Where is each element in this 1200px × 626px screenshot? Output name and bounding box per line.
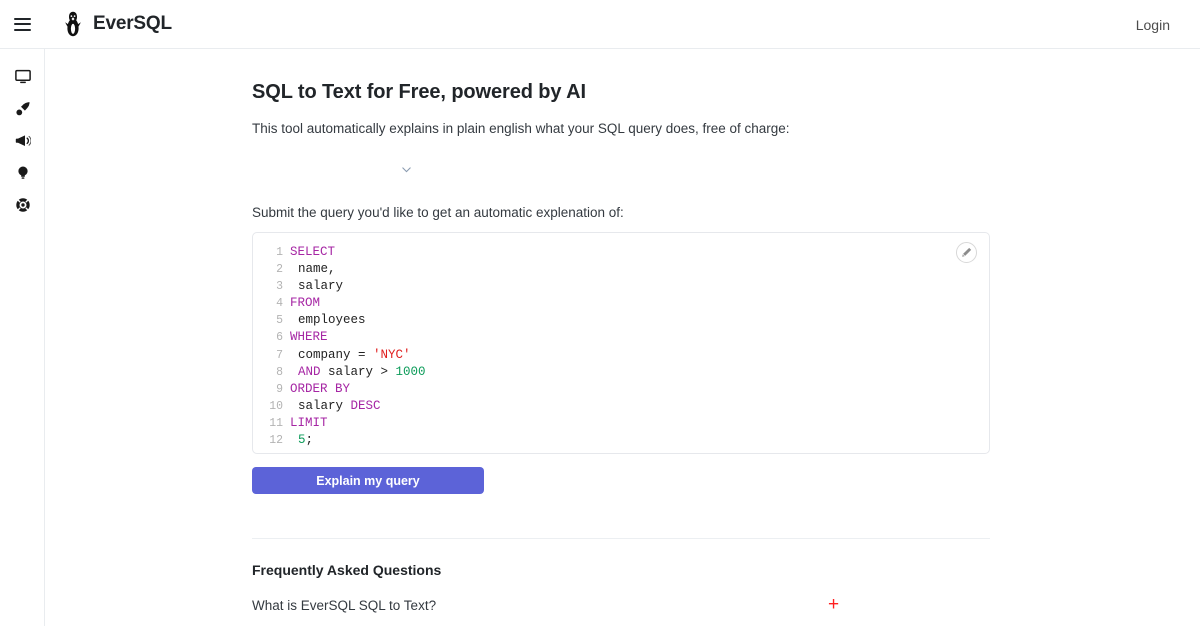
- submit-query-label: Submit the query you'd like to get an au…: [252, 205, 624, 220]
- sql-token-pln: company =: [298, 348, 373, 362]
- sql-token-kw: WHERE: [290, 330, 328, 344]
- sql-code-line: 12 5;: [253, 432, 989, 449]
- sql-code-line: 9 ORDER BY: [253, 381, 989, 398]
- page-title: SQL to Text for Free, powered by AI: [252, 81, 586, 104]
- menu-toggle-button[interactable]: [0, 0, 45, 49]
- edit-query-button[interactable]: [956, 242, 977, 263]
- sql-code-line: 11 LIMIT: [253, 415, 989, 432]
- sql-line-number: 6: [253, 329, 283, 346]
- sql-line-number: 1: [253, 244, 283, 261]
- sql-code-line: 8 AND salary > 1000: [253, 364, 989, 381]
- sql-token-kw: DESC: [351, 399, 381, 413]
- faq-expand-plus-icon[interactable]: +: [828, 595, 839, 615]
- sql-line-number: 10: [253, 398, 283, 415]
- sql-line-content: salary: [290, 278, 343, 295]
- sql-token-kw: ORDER BY: [290, 382, 350, 396]
- sql-line-content: AND salary > 1000: [290, 364, 426, 381]
- sql-code-line: 1 SELECT: [253, 244, 989, 261]
- sql-token-kw: FROM: [290, 296, 320, 310]
- sql-code-lines[interactable]: 1 SELECT 2 name, 3 salary 4 FROM 5 employees 6 WHER…: [253, 244, 989, 449]
- faq-question: What is EverSQL SQL to Text?: [252, 598, 436, 613]
- sql-line-content: SELECT: [290, 244, 335, 261]
- rocket-icon: [15, 101, 31, 117]
- sql-line-content: ORDER BY: [290, 381, 350, 398]
- faq-section-title: Frequently Asked Questions: [252, 562, 441, 578]
- sql-token-str: 'NYC': [373, 348, 411, 362]
- chevron-down-icon: [402, 167, 411, 173]
- sql-token-pln: salary: [298, 399, 351, 413]
- sql-token-pln: ;: [306, 433, 314, 447]
- sql-line-content: 5;: [290, 432, 313, 449]
- sql-token-kw: AND: [298, 365, 328, 379]
- sql-line-number: 11: [253, 415, 283, 432]
- database-type-select-wrapper: Choose your database type: [252, 156, 422, 186]
- sidebar-item-lightbulb[interactable]: [0, 157, 45, 189]
- sql-line-number: 8: [253, 364, 283, 381]
- sql-line-number: 12: [253, 432, 283, 449]
- top-header-bar: EverSQL Login: [0, 0, 1200, 49]
- sql-token-pln: salary >: [328, 365, 396, 379]
- penguin-logo-icon: [63, 11, 83, 37]
- sql-line-number: 2: [253, 261, 283, 278]
- sql-line-content: LIMIT: [290, 415, 328, 432]
- brand-name: EverSQL: [93, 13, 172, 35]
- sql-token-num: 5: [298, 433, 306, 447]
- monitor-icon: [15, 69, 31, 85]
- sidebar-item-rocket[interactable]: [0, 93, 45, 125]
- login-link[interactable]: Login: [1136, 17, 1170, 33]
- sidebar-item-support[interactable]: [0, 189, 45, 221]
- sql-token-pln: salary: [298, 279, 343, 293]
- sql-line-number: 9: [253, 381, 283, 398]
- hamburger-menu-icon: [14, 18, 31, 31]
- main-content-area: SQL to Text for Free, powered by AI This…: [45, 49, 1200, 626]
- sql-code-line: 6 WHERE: [253, 329, 989, 346]
- sql-code-line: 3 salary: [253, 278, 989, 295]
- sql-code-line: 10 salary DESC: [253, 398, 989, 415]
- sql-line-content: company = 'NYC': [290, 347, 411, 364]
- sql-line-content: WHERE: [290, 329, 328, 346]
- sidebar-item-megaphone[interactable]: [0, 125, 45, 157]
- left-sidebar-rail: [0, 49, 45, 626]
- section-divider: [252, 538, 990, 539]
- sql-line-number: 7: [253, 347, 283, 364]
- sql-code-line: 4 FROM: [253, 295, 989, 312]
- sql-line-content: employees: [290, 312, 366, 329]
- sql-line-number: 5: [253, 312, 283, 329]
- lightbulb-icon: [15, 165, 31, 181]
- explain-my-query-button[interactable]: Explain my query: [252, 467, 484, 494]
- faq-item[interactable]: What is EverSQL SQL to Text? +: [252, 595, 990, 625]
- sql-editor[interactable]: 1 SELECT 2 name, 3 salary 4 FROM 5 employees 6 WHER…: [252, 232, 990, 454]
- sidebar-item-monitor[interactable]: [0, 61, 45, 93]
- sql-code-line: 5 employees: [253, 312, 989, 329]
- megaphone-icon: [15, 133, 31, 149]
- lifebuoy-icon: [15, 197, 31, 213]
- sql-token-num: 1000: [396, 365, 426, 379]
- sql-code-line: 2 name,: [253, 261, 989, 278]
- sql-line-content: FROM: [290, 295, 320, 312]
- sql-token-kw: LIMIT: [290, 416, 328, 430]
- sql-line-content: name,: [290, 261, 336, 278]
- sql-line-number: 3: [253, 278, 283, 295]
- page-subtitle: This tool automatically explains in plai…: [252, 121, 790, 136]
- pencil-icon: [961, 247, 972, 258]
- brand-home-link[interactable]: EverSQL: [63, 11, 172, 37]
- sql-line-content: salary DESC: [290, 398, 381, 415]
- sql-line-number: 4: [253, 295, 283, 312]
- sql-code-line: 7 company = 'NYC': [253, 347, 989, 364]
- sql-token-pln: name,: [298, 262, 336, 276]
- sql-token-pln: employees: [298, 313, 366, 327]
- sql-token-kw: SELECT: [290, 245, 335, 259]
